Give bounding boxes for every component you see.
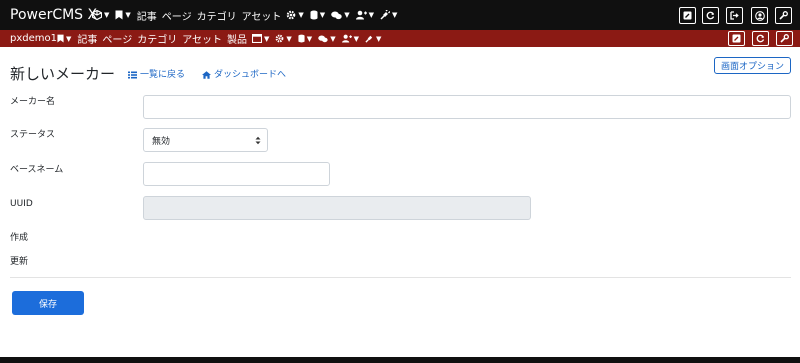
system-nav: ▼ ▼ 記事 ページ カテゴリ アセット ▼ ▼ ▼ ▼ ▼ [92,0,403,30]
system-menu-entries[interactable]: 記事 [137,8,157,23]
uuid-input [143,196,531,220]
bookmark-icon [57,34,64,43]
updated-label: 更新 [10,257,29,267]
site-header: pxdemo1 ▼ 記事 ページ カテゴリ アセット 製品 ▼ ▼ ▼ ▼ ▼ … [0,30,800,47]
status-label: ステータス [10,130,56,140]
brand-logo[interactable]: PowerCMS X [10,6,97,24]
user-button[interactable] [751,7,768,24]
save-button[interactable]: 保存 [12,291,84,315]
system-menu-users[interactable]: ▼ [355,10,374,20]
site-menu-assets[interactable]: アセット [182,31,222,46]
chevron-down-icon: ▼ [330,34,336,43]
system-menu-database[interactable]: ▼ [310,10,325,20]
back-to-list-label: 一覧に戻る [140,70,186,80]
site-refresh-button[interactable] [752,31,769,46]
site-menu-entries[interactable]: 記事 [77,31,97,46]
site-menu-plugins[interactable]: ▼ [365,34,381,43]
basename-label: ベースネーム [10,165,64,175]
refresh-button[interactable] [702,7,719,24]
screen-options-button[interactable]: 画面オプション [714,57,791,74]
system-menu-assets[interactable]: アセット [242,8,282,23]
site-menu-comments[interactable]: ▼ [318,34,336,43]
sign-out-icon [730,11,739,20]
comments-icon [331,11,342,20]
edit-icon [732,34,741,43]
chevron-down-icon: ▼ [375,34,382,43]
gear-icon [286,10,296,20]
site-menu-view[interactable]: ▼ [252,34,269,43]
site-tools-button[interactable] [776,31,793,46]
site-menu-settings[interactable]: ▼ [275,34,292,43]
site-menu-users[interactable]: ▼ [341,34,359,43]
system-menu-cube[interactable]: ▼ [92,10,109,20]
site-menu-database[interactable]: ▼ [298,34,312,43]
dashboard-label: ダッシュボードへ [214,70,287,80]
users-icon [341,34,352,43]
chevron-down-icon: ▼ [319,11,326,19]
created-label: 作成 [10,233,29,243]
home-icon [202,71,211,79]
refresh-icon [756,34,765,43]
list-icon [128,71,137,79]
system-menu-categories[interactable]: カテゴリ [197,8,237,23]
system-menu-plugins[interactable]: ▼ [380,10,397,20]
chevron-down-icon: ▼ [298,11,304,19]
page-title: 新しいメーカー [10,65,116,83]
uuid-label: UUID [10,199,33,209]
bookmark-icon [115,10,123,20]
chevron-down-icon: ▼ [264,34,270,43]
chevron-down-icon: ▼ [286,34,292,43]
maker-name-input[interactable] [143,95,791,119]
site-edit-button[interactable] [728,31,745,46]
site-menu-bookmark[interactable]: ▼ [57,34,71,43]
plug-icon [365,34,374,43]
system-menu-pages[interactable]: ページ [162,8,192,23]
status-select[interactable]: 無効 [143,128,268,152]
site-menu-products[interactable]: 製品 [227,31,247,46]
dashboard-link[interactable]: ダッシュボードへ [202,68,286,82]
system-menu-settings[interactable]: ▼ [286,10,304,20]
sign-out-button[interactable] [726,7,743,24]
comments-icon [318,34,328,43]
wrench-icon [779,11,788,20]
chevron-down-icon: ▼ [306,34,313,43]
back-to-list-link[interactable]: 一覧に戻る [128,68,185,82]
chevron-down-icon: ▼ [391,11,398,19]
database-icon [298,34,305,43]
window-bottom-edge [0,357,800,363]
basename-input[interactable] [143,162,330,186]
form-divider [10,277,791,278]
status-select-value: 無効 [152,136,171,147]
edit-icon [683,11,692,20]
plug-icon [380,10,390,20]
database-icon [310,10,318,20]
wrench-icon [780,34,789,43]
chevron-down-icon: ▼ [353,34,359,43]
user-icon [754,10,765,21]
users-icon [355,10,367,20]
chevron-down-icon: ▼ [344,11,350,19]
select-arrows-icon [255,136,261,145]
cube-icon [92,10,102,20]
chevron-down-icon: ▼ [125,11,131,19]
system-header: PowerCMS X ▼ ▼ 記事 ページ カテゴリ アセット ▼ ▼ ▼ ▼ … [0,0,800,30]
gear-icon [275,34,284,43]
chevron-down-icon: ▼ [66,34,72,43]
system-menu-comments[interactable]: ▼ [331,11,350,20]
site-menu-categories[interactable]: カテゴリ [137,31,177,46]
refresh-icon [706,11,715,20]
chevron-down-icon: ▼ [104,11,110,19]
tools-button[interactable] [775,7,792,24]
chevron-down-icon: ▼ [368,11,374,19]
site-name[interactable]: pxdemo1 [10,30,57,47]
window-icon [252,34,263,43]
edit-button[interactable] [679,7,696,24]
site-nav: ▼ 記事 ページ カテゴリ アセット 製品 ▼ ▼ ▼ ▼ ▼ ▼ [57,30,387,47]
system-menu-bookmark[interactable]: ▼ [115,10,131,20]
site-menu-pages[interactable]: ページ [102,31,132,46]
maker-name-label: メーカー名 [10,97,56,107]
